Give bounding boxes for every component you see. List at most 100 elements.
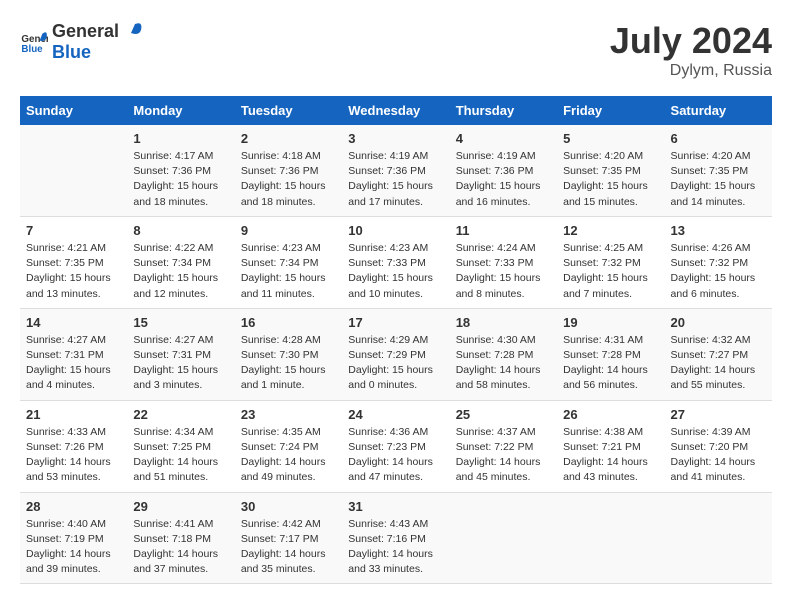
sunrise-text: Sunrise: 4:42 AM [241, 518, 321, 530]
daylight-text: Daylight: 15 hours and 13 minutes. [26, 272, 111, 299]
day-number: 30 [241, 499, 336, 514]
header-wednesday: Wednesday [342, 96, 449, 125]
sunset-text: Sunset: 7:28 PM [456, 349, 534, 361]
sunrise-text: Sunrise: 4:24 AM [456, 242, 536, 254]
daylight-text: Daylight: 15 hours and 4 minutes. [26, 364, 111, 391]
calendar-cell [557, 492, 664, 584]
daylight-text: Daylight: 14 hours and 49 minutes. [241, 456, 326, 483]
sunrise-text: Sunrise: 4:19 AM [456, 150, 536, 162]
header-saturday: Saturday [665, 96, 772, 125]
sunrise-text: Sunrise: 4:27 AM [133, 334, 213, 346]
sunset-text: Sunset: 7:31 PM [133, 349, 211, 361]
daylight-text: Daylight: 15 hours and 15 minutes. [563, 180, 648, 207]
sunset-text: Sunset: 7:24 PM [241, 441, 319, 453]
day-detail: Sunrise: 4:43 AMSunset: 7:16 PMDaylight:… [348, 517, 443, 578]
sunset-text: Sunset: 7:30 PM [241, 349, 319, 361]
daylight-text: Daylight: 14 hours and 35 minutes. [241, 548, 326, 575]
title-block: July 2024 Dylym, Russia [610, 20, 772, 80]
day-detail: Sunrise: 4:34 AMSunset: 7:25 PMDaylight:… [133, 425, 228, 486]
calendar-cell [665, 492, 772, 584]
day-detail: Sunrise: 4:36 AMSunset: 7:23 PMDaylight:… [348, 425, 443, 486]
day-number: 7 [26, 223, 121, 238]
sunset-text: Sunset: 7:35 PM [563, 165, 641, 177]
sunset-text: Sunset: 7:32 PM [671, 257, 749, 269]
calendar-cell: 25 Sunrise: 4:37 AMSunset: 7:22 PMDayligh… [450, 400, 557, 492]
sunset-text: Sunset: 7:36 PM [456, 165, 534, 177]
month-title: July 2024 [610, 20, 772, 62]
logo-general-text: General [52, 21, 119, 42]
day-number: 18 [456, 315, 551, 330]
day-detail: Sunrise: 4:23 AMSunset: 7:34 PMDaylight:… [241, 241, 336, 302]
sunset-text: Sunset: 7:27 PM [671, 349, 749, 361]
daylight-text: Daylight: 15 hours and 0 minutes. [348, 364, 433, 391]
daylight-text: Daylight: 14 hours and 58 minutes. [456, 364, 541, 391]
sunrise-text: Sunrise: 4:32 AM [671, 334, 751, 346]
location-title: Dylym, Russia [610, 62, 772, 80]
sunset-text: Sunset: 7:25 PM [133, 441, 211, 453]
calendar-cell: 11 Sunrise: 4:24 AMSunset: 7:33 PMDayligh… [450, 216, 557, 308]
sunrise-text: Sunrise: 4:19 AM [348, 150, 428, 162]
header-friday: Friday [557, 96, 664, 125]
sunrise-text: Sunrise: 4:23 AM [348, 242, 428, 254]
calendar-cell: 10Sunrise: 4:23 AMSunset: 7:33 PMDayligh… [342, 216, 449, 308]
calendar-cell: 21Sunrise: 4:33 AMSunset: 7:26 PMDayligh… [20, 400, 127, 492]
sunrise-text: Sunrise: 4:39 AM [671, 426, 751, 438]
day-number: 23 [241, 407, 336, 422]
day-number: 1 [133, 131, 228, 146]
week-row-1: 1Sunrise: 4:17 AMSunset: 7:36 PMDaylight… [20, 125, 772, 216]
calendar-cell: 26Sunrise: 4:38 AMSunset: 7:21 PMDayligh… [557, 400, 664, 492]
day-number: 22 [133, 407, 228, 422]
day-detail: Sunrise: 4:24 AMSunset: 7:33 PMDaylight:… [456, 241, 551, 302]
sunset-text: Sunset: 7:21 PM [563, 441, 641, 453]
daylight-text: Daylight: 15 hours and 11 minutes. [241, 272, 326, 299]
day-detail: Sunrise: 4:28 AMSunset: 7:30 PMDaylight:… [241, 333, 336, 394]
sunset-text: Sunset: 7:29 PM [348, 349, 426, 361]
day-detail: Sunrise: 4:27 AMSunset: 7:31 PMDaylight:… [133, 333, 228, 394]
sunrise-text: Sunrise: 4:23 AM [241, 242, 321, 254]
day-detail: Sunrise: 4:26 AMSunset: 7:32 PMDaylight:… [671, 241, 766, 302]
daylight-text: Daylight: 15 hours and 14 minutes. [671, 180, 756, 207]
sunset-text: Sunset: 7:36 PM [241, 165, 319, 177]
week-row-4: 21Sunrise: 4:33 AMSunset: 7:26 PMDayligh… [20, 400, 772, 492]
daylight-text: Daylight: 14 hours and 55 minutes. [671, 364, 756, 391]
week-row-5: 28Sunrise: 4:40 AMSunset: 7:19 PMDayligh… [20, 492, 772, 584]
sunrise-text: Sunrise: 4:31 AM [563, 334, 643, 346]
calendar-cell: 2Sunrise: 4:18 AMSunset: 7:36 PMDaylight… [235, 125, 342, 216]
sunrise-text: Sunrise: 4:30 AM [456, 334, 536, 346]
calendar-cell: 1Sunrise: 4:17 AMSunset: 7:36 PMDaylight… [127, 125, 234, 216]
sunrise-text: Sunrise: 4:29 AM [348, 334, 428, 346]
day-number: 21 [26, 407, 121, 422]
day-number: 9 [241, 223, 336, 238]
header-monday: Monday [127, 96, 234, 125]
sunrise-text: Sunrise: 4:26 AM [671, 242, 751, 254]
day-number: 28 [26, 499, 121, 514]
day-detail: Sunrise: 4:41 AMSunset: 7:18 PMDaylight:… [133, 517, 228, 578]
header-thursday: Thursday [450, 96, 557, 125]
header-tuesday: Tuesday [235, 96, 342, 125]
sunset-text: Sunset: 7:32 PM [563, 257, 641, 269]
sunrise-text: Sunrise: 4:25 AM [563, 242, 643, 254]
day-number: 17 [348, 315, 443, 330]
day-number: 31 [348, 499, 443, 514]
day-number: 16 [241, 315, 336, 330]
calendar-cell: 5Sunrise: 4:20 AMSunset: 7:35 PMDaylight… [557, 125, 664, 216]
day-number: 11 [456, 223, 551, 238]
day-number: 2 [241, 131, 336, 146]
daylight-text: Daylight: 14 hours and 33 minutes. [348, 548, 433, 575]
day-number: 25 [456, 407, 551, 422]
calendar-cell: 19Sunrise: 4:31 AMSunset: 7:28 PMDayligh… [557, 308, 664, 400]
day-detail: Sunrise: 4:21 AMSunset: 7:35 PMDaylight:… [26, 241, 121, 302]
day-detail: Sunrise: 4:19 AMSunset: 7:36 PMDaylight:… [456, 149, 551, 210]
calendar-cell: 22 Sunrise: 4:34 AMSunset: 7:25 PMDayligh… [127, 400, 234, 492]
daylight-text: Daylight: 15 hours and 12 minutes. [133, 272, 218, 299]
daylight-text: Daylight: 14 hours and 43 minutes. [563, 456, 648, 483]
sunset-text: Sunset: 7:23 PM [348, 441, 426, 453]
sunset-text: Sunset: 7:36 PM [348, 165, 426, 177]
day-detail: Sunrise: 4:20 AMSunset: 7:35 PMDaylight:… [671, 149, 766, 210]
sunrise-text: Sunrise: 4:27 AM [26, 334, 106, 346]
daylight-text: Daylight: 15 hours and 10 minutes. [348, 272, 433, 299]
daylight-text: Daylight: 14 hours and 47 minutes. [348, 456, 433, 483]
day-detail: Sunrise: 4:37 AMSunset: 7:22 PMDaylight:… [456, 425, 551, 486]
daylight-text: Daylight: 15 hours and 18 minutes. [241, 180, 326, 207]
day-detail: Sunrise: 4:29 AM Sunset: 7:29 PM Daylight:… [348, 333, 443, 394]
